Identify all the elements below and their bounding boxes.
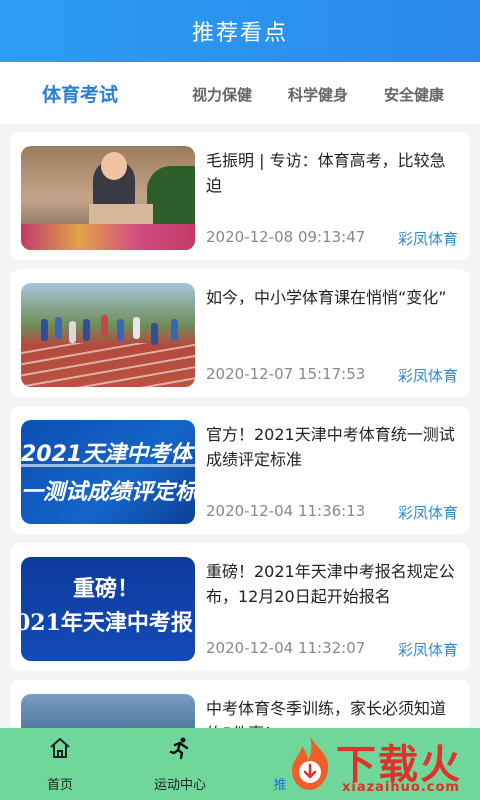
article-thumbnail (21, 283, 195, 387)
article-time: 2020-12-08 09:13:47 (206, 228, 366, 246)
app-header: 推荐看点 (0, 0, 480, 62)
article-title: 毛振明 | 专访：体育高考，比较急迫 (206, 151, 446, 195)
thumbnail-text: 一测试成绩评定标 (21, 480, 195, 505)
article-title: 官方！2021天津中考体育统一测试成绩评定标准 (206, 425, 455, 469)
home-icon (50, 738, 70, 758)
article-thumbnail: 2021天津中考体育 一测试成绩评定标 (21, 420, 195, 524)
article-card[interactable]: 如今，中小学体育课在悄悄“变化” 2020-12-07 15:17:53 彩凤体… (10, 269, 470, 397)
flame-logo-icon (292, 736, 329, 790)
tab-home[interactable]: 首页 (0, 728, 120, 800)
article-card[interactable]: 2021天津中考体育 一测试成绩评定标 官方！2021天津中考体育统一测试成绩评… (10, 406, 470, 534)
watermark: 下载火 xiazaihuo.com (280, 726, 480, 800)
tab-sports-exam[interactable]: 体育考试 (42, 80, 118, 107)
article-card[interactable]: 中考体育冬季训练，家长必须知道的5件事！ (10, 680, 470, 728)
article-time: 2020-12-04 11:36:13 (206, 502, 366, 520)
tab-science-fitness[interactable]: 科学健身 (288, 84, 348, 105)
article-thumbnail (21, 146, 195, 250)
article-title: 重磅！2021年天津中考报名规定公布，12月20日起开始报名 (206, 562, 455, 606)
thumbnail-text: 重磅！ (73, 576, 140, 602)
article-source: 彩凤体育 (397, 367, 458, 385)
article-source: 彩凤体育 (397, 230, 458, 248)
tab-label: 首页 (46, 778, 73, 793)
article-card[interactable]: 毛振明 | 专访：体育高考，比较急迫 2020-12-08 09:13:47 彩… (10, 132, 470, 260)
thumbnail-text: 021年天津中考报 (21, 610, 193, 636)
article-list: 毛振明 | 专访：体育高考，比较急迫 2020-12-08 09:13:47 彩… (0, 124, 480, 728)
article-thumbnail (21, 694, 195, 728)
tab-safety-health[interactable]: 安全健康 (384, 84, 444, 105)
article-source: 彩凤体育 (397, 641, 458, 659)
article-time: 2020-12-04 11:32:07 (206, 639, 366, 657)
category-tabs: 体育考试 视力保健 科学健身 安全健康 (0, 62, 480, 124)
article-time: 2020-12-07 15:17:53 (206, 365, 366, 383)
article-title: 如今，中小学体育课在悄悄“变化” (206, 288, 447, 307)
article-card[interactable]: 重磅！ 021年天津中考报 重磅！2021年天津中考报名规定公布，12月20日起… (10, 543, 470, 671)
article-thumbnail: 重磅！ 021年天津中考报 (21, 557, 195, 661)
article-source: 彩凤体育 (397, 504, 458, 522)
running-icon (169, 737, 189, 760)
watermark-url: xiazaihuo.com (342, 780, 460, 795)
page-title: 推荐看点 (191, 21, 288, 46)
article-title: 中考体育冬季训练，家长必须知道的5件事！ (206, 699, 447, 728)
tab-vision-care[interactable]: 视力保健 (192, 84, 252, 105)
